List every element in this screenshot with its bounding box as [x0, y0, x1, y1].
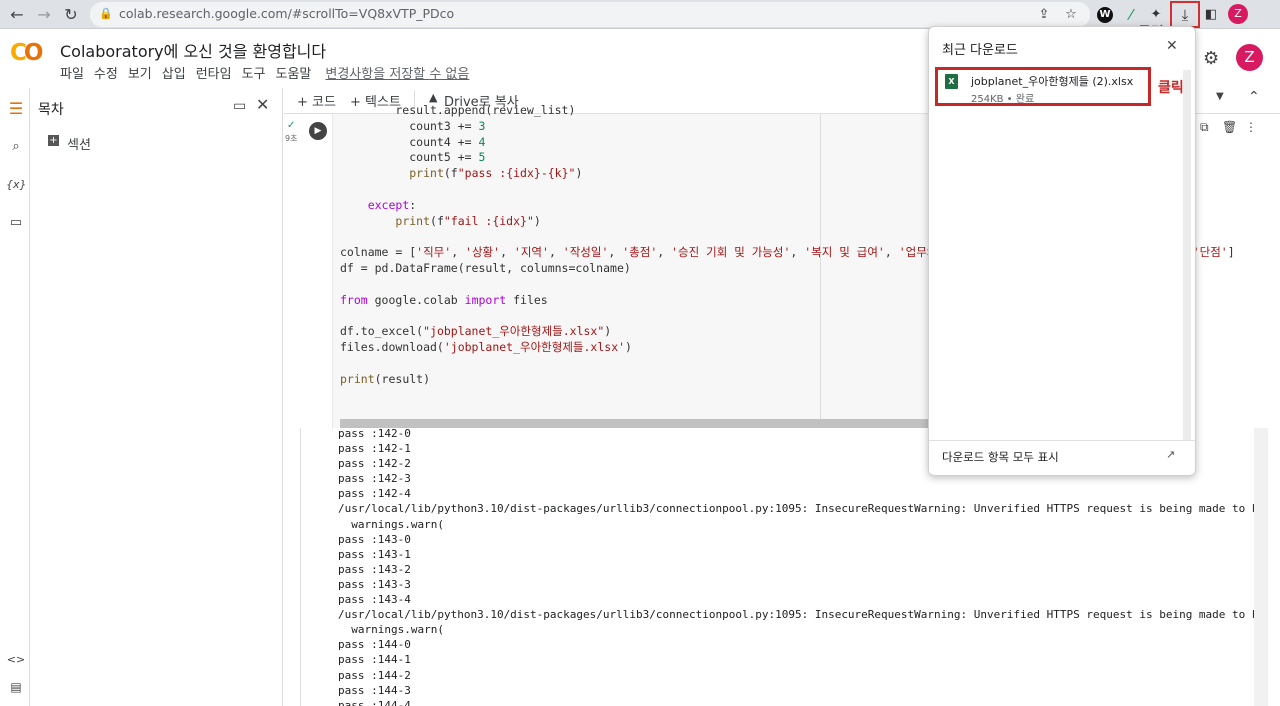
close-icon[interactable]: ✕: [256, 95, 269, 114]
settings-gear-icon[interactable]: ⚙: [1203, 48, 1219, 69]
side-panel-icon[interactable]: ◧: [1201, 5, 1221, 25]
menu-insert[interactable]: 삽입: [162, 63, 186, 82]
output-line: pass :144-1: [338, 653, 411, 667]
add-code-button[interactable]: + 코드: [297, 91, 336, 110]
dropdown-caret-icon[interactable]: ▼: [1216, 91, 1224, 102]
exec-check-icon: ✓: [287, 120, 296, 131]
run-cell-button[interactable]: ▶: [309, 122, 327, 140]
collapse-up-icon[interactable]: ⌃: [1248, 89, 1260, 105]
menu-help[interactable]: 도움말: [276, 63, 312, 82]
code-snippets-icon[interactable]: <>: [6, 653, 26, 673]
menu-edit[interactable]: 수정: [94, 63, 118, 82]
output-line: /usr/local/lib/python3.10/dist-packages/…: [338, 608, 1254, 622]
output-line: warnings.warn(: [338, 623, 444, 637]
menu-runtime[interactable]: 런타임: [196, 63, 232, 82]
download-icon[interactable]: ⤓: [1175, 5, 1195, 25]
output-line: pass :144-4: [338, 698, 411, 706]
download-filename[interactable]: jobplanet_우아한형제들 (2).xlsx: [971, 73, 1133, 89]
menu-bar: 파일 수정 보기 삽입 런타임 도구 도움말 변경사항을 저장할 수 없음: [60, 63, 469, 82]
show-all-downloads-link[interactable]: 다운로드 항목 모두 표시: [942, 449, 1059, 465]
output-line: pass :144-2: [338, 668, 411, 682]
url-text[interactable]: colab.research.google.com/#scrollTo=VQ8x…: [119, 6, 454, 21]
forward-icon[interactable]: →: [33, 4, 55, 26]
notebook-title[interactable]: Colaboratory에 오신 것을 환영합니다: [60, 38, 326, 62]
output-border: [300, 428, 301, 706]
extension-w-icon[interactable]: W: [1097, 7, 1113, 23]
output-line: pass :143-1: [338, 547, 411, 561]
share-icon[interactable]: ⇪: [1034, 5, 1054, 25]
lock-icon: 🔒: [99, 7, 113, 20]
output-line: pass :143-4: [338, 593, 411, 607]
output-line: pass :143-3: [338, 577, 411, 591]
downloads-divider: [929, 440, 1195, 441]
download-status: 254KB • 완료: [971, 94, 1035, 105]
files-folder-icon[interactable]: ▭: [6, 215, 26, 235]
toc-list-icon[interactable]: ☰: [6, 99, 26, 119]
downloads-scrollbar[interactable]: [1183, 70, 1191, 440]
bookmark-star-icon[interactable]: ☆: [1061, 5, 1081, 25]
open-in-tab-icon[interactable]: ▭: [233, 98, 246, 114]
add-section-icon[interactable]: +: [48, 135, 59, 146]
click-annotation-2: 클릭: [1158, 80, 1184, 96]
open-external-icon[interactable]: ↗: [1166, 448, 1175, 461]
search-icon[interactable]: ⌕: [6, 139, 26, 159]
unsaved-warning[interactable]: 변경사항을 저장할 수 없음: [325, 63, 469, 82]
account-avatar[interactable]: Z: [1236, 44, 1263, 71]
excel-file-icon: X: [945, 74, 958, 89]
output-line: /usr/local/lib/python3.10/dist-packages/…: [338, 502, 1254, 516]
output-line: pass :142-4: [338, 487, 411, 501]
menu-file[interactable]: 파일: [60, 63, 84, 82]
downloads-title: 최근 다운로드: [942, 43, 1018, 58]
menu-tools[interactable]: 도구: [242, 63, 266, 82]
variables-icon[interactable]: {x}: [6, 178, 27, 198]
menu-view[interactable]: 보기: [128, 63, 152, 82]
output-line: warnings.warn(: [338, 517, 444, 531]
toc-title: 목차: [38, 102, 64, 118]
downloads-close-icon[interactable]: ✕: [1166, 38, 1178, 54]
output-line: pass :143-2: [338, 562, 411, 576]
colab-logo: CO: [10, 40, 43, 66]
exec-time: 9초: [285, 134, 298, 143]
output-line: pass :143-0: [338, 532, 411, 546]
reload-icon[interactable]: ↻: [60, 4, 82, 26]
toc-section-item[interactable]: 섹션: [67, 134, 91, 153]
toc-panel: [31, 88, 283, 706]
output-line: pass :144-3: [338, 683, 411, 697]
cell-more-icon[interactable]: ⋮: [1245, 120, 1257, 134]
browser-profile-avatar[interactable]: Z: [1228, 4, 1248, 24]
output-line: pass :144-0: [338, 638, 411, 652]
terminal-icon[interactable]: ▤: [6, 680, 26, 700]
back-icon[interactable]: ←: [6, 4, 28, 26]
output-scrollbar[interactable]: [1254, 428, 1268, 706]
